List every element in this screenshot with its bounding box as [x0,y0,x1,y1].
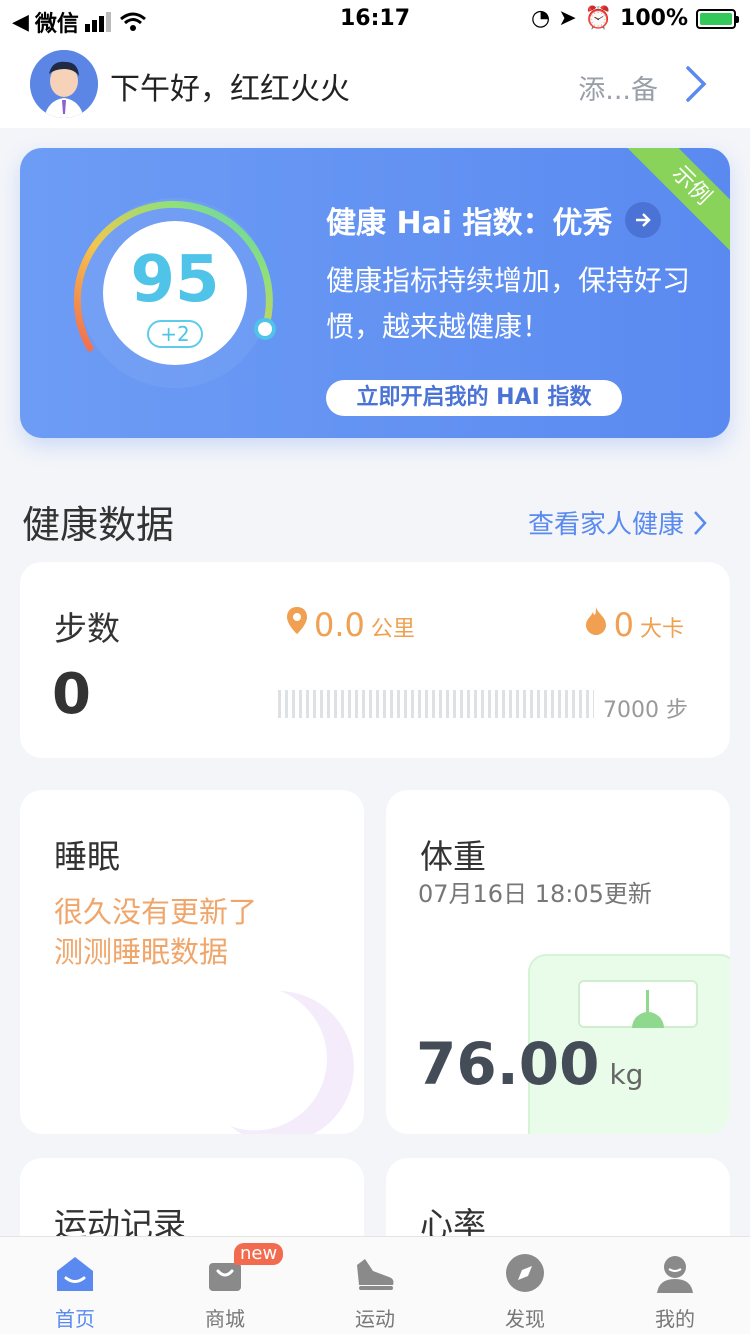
shoe-icon [357,1259,394,1290]
hai-title-text: 健康 Hai 指数：优秀 [326,206,613,241]
app-header: 下午好，红红火火 添...备 [0,44,750,128]
profile-icon [657,1256,693,1293]
calories-unit: 大卡 [639,617,684,642]
calories-value: 0 [613,606,634,644]
calories-stat: 0 大卡 [584,606,684,644]
steps-value: 0 [52,662,91,727]
sleep-title: 睡眠 [54,837,120,876]
arrow-right-circle-icon[interactable] [624,202,661,238]
scale-display-icon [578,980,698,1028]
chevron-right-icon[interactable] [684,64,710,104]
tab-home-label: 首页 [55,1307,95,1331]
hai-score: 95 [130,243,220,317]
family-health-link[interactable]: 查看家人健康 [528,504,708,541]
location-pin-icon [287,607,307,634]
flame-icon [585,607,606,635]
moon-icon [230,991,354,1134]
chevron-right-icon [694,510,707,535]
weight-card[interactable]: 体重 07月16日 18:05更新 76.00 kg [386,790,730,1134]
home-icon [57,1257,93,1291]
distance-value: 0.0 [314,606,365,644]
weight-value: 76.00 [416,1030,600,1098]
tab-shop-label: 商城 [205,1307,245,1331]
sleep-message: 很久没有更新了 测测睡眠数据 [54,892,257,972]
weight-title: 体重 [420,837,486,876]
hai-description: 健康指标持续增加，保持好习惯，越来越健康！ [326,264,691,343]
tab-shop[interactable]: new 商城 [150,1237,300,1334]
rotation-lock-icon: ◔ [530,6,551,31]
weight-update-time: 07月16日 18:05更新 [418,880,652,908]
alarm-icon: ⏰ [584,6,613,31]
tab-home[interactable]: 首页 [0,1237,150,1334]
distance-unit: 公里 [370,617,415,642]
greeting-text: 下午好，红红火火 [110,72,350,107]
open-hai-button[interactable]: 立即开启我的 HAI 指数 [326,380,622,416]
tab-mine[interactable]: 我的 [600,1237,750,1334]
steps-title: 步数 [54,609,120,648]
new-badge: new [234,1243,284,1265]
location-icon: ➤ [558,6,577,31]
tab-sport[interactable]: 运动 [300,1237,450,1334]
health-data-title: 健康数据 [22,503,175,547]
avatar-illustration-icon [30,50,98,118]
tab-discover-label: 发现 [505,1307,545,1331]
tab-sport-label: 运动 [355,1307,395,1331]
weight-reading: 76.00 kg [416,1030,643,1098]
sleep-card[interactable]: 睡眠 很久没有更新了 测测睡眠数据 [20,790,364,1134]
bottom-tab-bar: 首页 new 商城 运动 发现 我的 [0,1236,750,1334]
sleep-message-line2: 测测睡眠数据 [54,935,229,969]
hai-index-card[interactable]: 95 +2 健康 Hai 指数：优秀 健康指标持续增加，保持好习惯，越来越健康！… [20,148,730,438]
weight-unit: kg [609,1058,644,1091]
hai-score-delta: +2 [147,320,203,348]
family-health-label: 查看家人健康 [527,510,684,540]
battery-icon [696,8,739,29]
status-right: ◔ ➤ ⏰ 100% [530,6,739,31]
sleep-message-line1: 很久没有更新了 [54,895,258,929]
tab-discover[interactable]: 发现 [450,1237,600,1334]
steps-progress-bar [278,690,594,718]
avatar[interactable] [30,50,98,118]
tab-mine-label: 我的 [655,1307,695,1331]
battery-percent: 100% [620,6,688,31]
hai-title[interactable]: 健康 Hai 指数：优秀 [326,198,661,242]
status-bar: ◀ 微信 16:17 ◔ ➤ ⏰ 100% [0,0,750,44]
compass-icon [506,1254,544,1292]
add-device-link[interactable]: 添...备 [578,68,658,107]
steps-goal: 7000 步 [603,698,688,723]
distance-stat: 0.0 公里 [286,606,415,644]
steps-card[interactable]: 步数 0 0.0 公里 0 大卡 7000 步 [20,562,730,758]
